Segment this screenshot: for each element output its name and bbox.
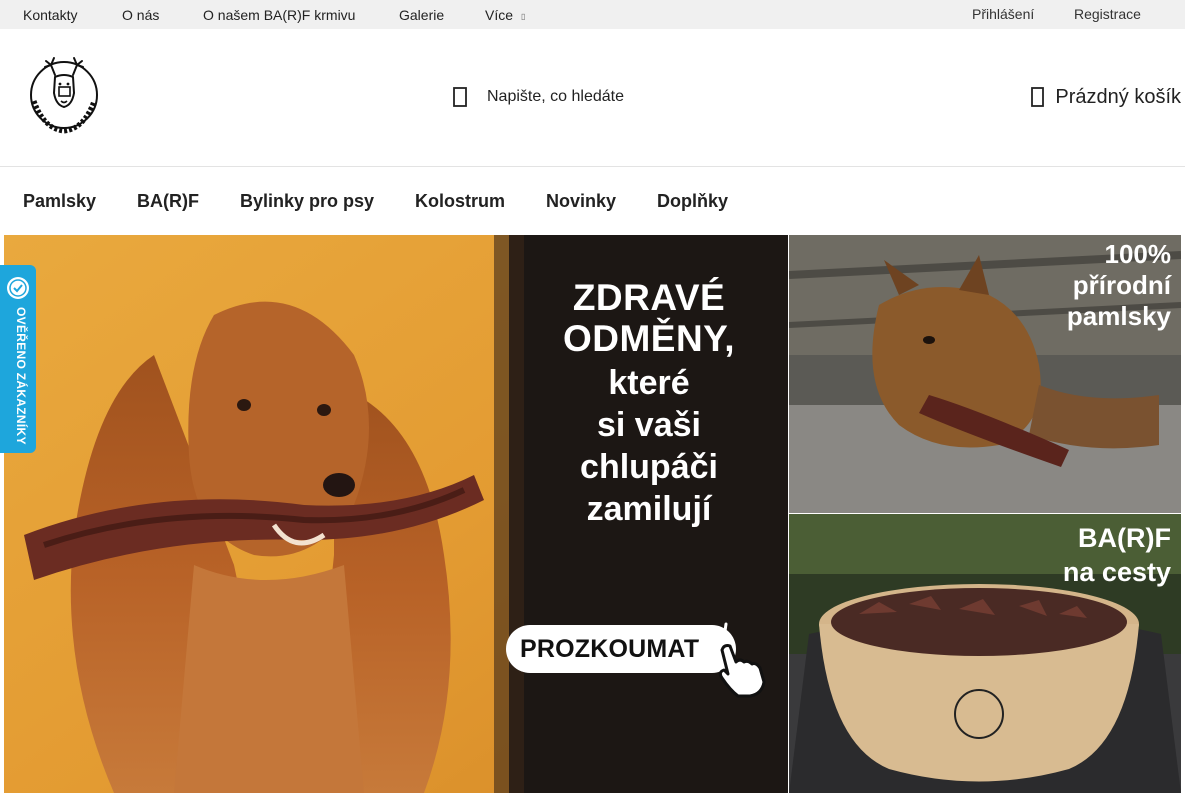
barf-on-the-go-banner[interactable]: BA(R)F na cesty: [789, 514, 1181, 793]
barf-on-the-go-line2: na cesty: [1062, 556, 1171, 587]
cart-label: Prázdný košík: [1055, 85, 1181, 108]
search-placeholder: Napište, co hledáte: [487, 88, 624, 105]
cart-button[interactable]: Prázdný košík: [1030, 84, 1181, 110]
nav-item-supplements[interactable]: Doplňky: [657, 191, 728, 212]
topbar-link-about[interactable]: O nás: [122, 7, 159, 23]
barf-on-the-go-text: BA(R)F na cesty: [1063, 522, 1171, 590]
hero-headline-line6: zamilují: [586, 490, 712, 529]
hero-headline-line3: které: [608, 363, 690, 402]
topbar-link-contacts[interactable]: Kontakty: [23, 7, 77, 23]
hero-banner[interactable]: ZDRAVÉ ODMĚNY, které si vaši chlupáči za…: [4, 235, 788, 793]
natural-treats-line3: pamlsky: [1066, 301, 1171, 332]
verified-seal-icon: [7, 277, 29, 299]
brand-logo[interactable]: [24, 49, 106, 141]
hero-headline-line2: ODMĚNY,: [562, 318, 736, 360]
search-icon: [453, 87, 467, 107]
hero-headline-line5: chlupáči: [580, 448, 718, 487]
top-utility-bar: Kontakty O nás O našem BA(R)F krmivu Gal…: [0, 0, 1185, 29]
nav-item-barf[interactable]: BA(R)F: [137, 191, 199, 212]
hero-headline-line1: ZDRAVÉ: [572, 277, 726, 318]
natural-treats-text: 100% přírodní pamlsky: [1067, 239, 1171, 333]
natural-treats-line1: 100%: [1104, 239, 1172, 269]
deer-dog-logo-icon: [30, 57, 98, 134]
natural-treats-banner[interactable]: 100% přírodní pamlsky: [789, 235, 1181, 513]
search-input[interactable]: Napište, co hledáte: [452, 85, 624, 109]
verified-customers-badge[interactable]: OVĚŘENO ZÁKAZNÍKY: [0, 265, 36, 453]
verified-customers-label: OVĚŘENO ZÁKAZNÍKY: [14, 307, 28, 445]
topbar-more-label: Více: [485, 7, 514, 23]
topbar-link-more[interactable]: Více ▯: [485, 7, 525, 23]
chevron-down-icon: ▯: [521, 12, 526, 21]
hero-headline-line4: si vaši: [597, 405, 701, 444]
topbar-link-gallery[interactable]: Galerie: [399, 7, 444, 23]
category-nav: Pamlsky BA(R)F Bylinky pro psy Kolostrum…: [0, 167, 1185, 235]
topbar-link-barf-food[interactable]: O našem BA(R)F krmivu: [203, 7, 355, 23]
register-link[interactable]: Registrace: [1074, 6, 1141, 22]
nav-item-colostrum[interactable]: Kolostrum: [415, 191, 505, 212]
nav-item-news[interactable]: Novinky: [546, 191, 616, 212]
hero-headline: ZDRAVÉ ODMĚNY, které si vaši chlupáči za…: [534, 277, 764, 528]
nav-item-herbs[interactable]: Bylinky pro psy: [240, 191, 374, 212]
site-header: Napište, co hledáte Prázdný košík: [0, 29, 1185, 167]
pointer-hand-icon: [698, 622, 766, 698]
cart-icon: [1031, 87, 1045, 107]
nav-item-treats[interactable]: Pamlsky: [23, 191, 96, 212]
login-link[interactable]: Přihlášení: [972, 6, 1034, 22]
barf-on-the-go-line1: BA(R)F: [1078, 523, 1171, 553]
natural-treats-line2: přírodní: [1072, 270, 1171, 301]
